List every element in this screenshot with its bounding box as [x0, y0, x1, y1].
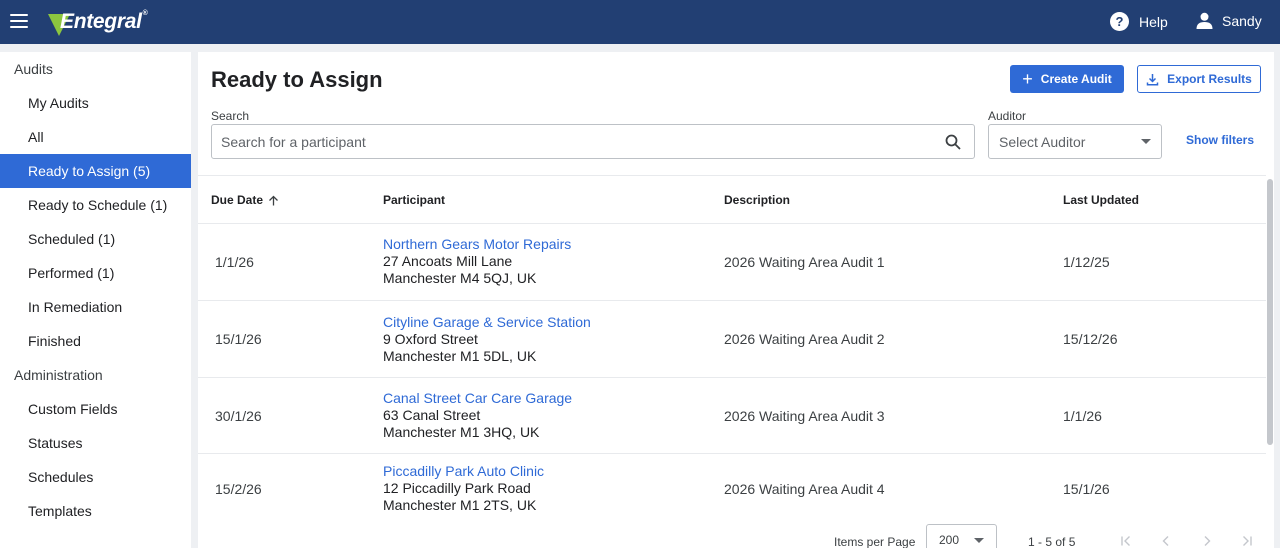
table-row[interactable]: 15/2/26 Piccadilly Park Auto Clinic 12 P… [198, 454, 1266, 518]
app-logo[interactable]: Entegral® [48, 8, 148, 36]
table-header: Due Date Participant Description Last Up… [198, 175, 1266, 224]
participant-address-line2: Manchester M1 5DL, UK [383, 348, 537, 364]
paginator: Items per Page 200 1 - 5 of 5 [198, 517, 1266, 548]
participant-cell: Piccadilly Park Auto Clinic 12 Piccadill… [383, 463, 544, 514]
last-page-button[interactable] [1237, 531, 1257, 548]
sidebar-item-schedules[interactable]: Schedules [0, 460, 191, 494]
page-range-label: 1 - 5 of 5 [1028, 535, 1076, 548]
main-panel: Ready to Assign + Create Audit Export Re… [198, 52, 1274, 548]
export-results-label: Export Results [1167, 72, 1252, 86]
user-icon [1196, 12, 1213, 29]
last-updated-cell: 1/1/26 [1063, 408, 1102, 424]
create-audit-button[interactable]: + Create Audit [1010, 65, 1124, 93]
help-label: Help [1139, 13, 1168, 30]
user-name: Sandy [1222, 12, 1262, 29]
auditor-select[interactable]: Select Auditor [988, 124, 1162, 159]
participant-address-line2: Manchester M4 5QJ, UK [383, 270, 537, 286]
table-scrollbar[interactable] [1266, 175, 1274, 548]
help-icon: ? [1110, 12, 1129, 31]
participant-cell: Northern Gears Motor Repairs 27 Ancoats … [383, 236, 571, 287]
participant-address-line1: 12 Piccadilly Park Road [383, 480, 531, 496]
top-app-bar: Entegral® ? Help Sandy [0, 0, 1280, 44]
sidebar-item-ready-to-assign[interactable]: Ready to Assign (5) [0, 154, 191, 188]
search-label: Search [211, 109, 250, 123]
table-row[interactable]: 15/1/26 Cityline Garage & Service Statio… [198, 301, 1266, 378]
dropdown-arrow-icon [974, 537, 984, 543]
due-date-cell: 30/1/26 [215, 408, 262, 424]
items-per-page-select[interactable]: 200 [926, 524, 997, 548]
auditor-select-placeholder: Select Auditor [999, 133, 1086, 150]
items-per-page-value: 200 [939, 533, 960, 547]
sidebar-item-in-remediation[interactable]: In Remediation [0, 290, 191, 324]
column-header-last-updated[interactable]: Last Updated [1063, 193, 1139, 207]
sidebar-item-templates[interactable]: Templates [0, 494, 191, 528]
next-page-button[interactable] [1197, 531, 1217, 548]
description-cell: 2026 Waiting Area Audit 1 [724, 254, 885, 270]
items-per-page-label: Items per Page [834, 535, 916, 548]
last-updated-cell: 1/12/25 [1063, 254, 1110, 270]
participant-address-line2: Manchester M1 3HQ, UK [383, 424, 540, 440]
sidebar-item-scheduled[interactable]: Scheduled (1) [0, 222, 191, 256]
sidebar-item-ready-to-schedule[interactable]: Ready to Schedule (1) [0, 188, 191, 222]
sidebar-item-performed[interactable]: Performed (1) [0, 256, 191, 290]
column-header-description[interactable]: Description [724, 193, 790, 207]
column-header-participant[interactable]: Participant [383, 193, 445, 207]
search-icon[interactable] [938, 127, 968, 157]
dropdown-arrow-icon [1141, 139, 1151, 144]
last-page-icon [1243, 536, 1252, 546]
menu-icon[interactable] [10, 14, 28, 28]
participant-address-line1: 9 Oxford Street [383, 331, 478, 347]
table-row[interactable]: 30/1/26 Canal Street Car Care Garage 63 … [198, 378, 1266, 454]
sidebar-section-administration: Administration [14, 367, 103, 383]
page-title: Ready to Assign [211, 67, 383, 92]
export-results-button[interactable]: Export Results [1137, 65, 1261, 93]
due-date-cell: 15/2/26 [215, 481, 262, 497]
participant-link[interactable]: Canal Street Car Care Garage [383, 390, 572, 407]
participant-cell: Canal Street Car Care Garage 63 Canal St… [383, 390, 572, 441]
description-cell: 2026 Waiting Area Audit 4 [724, 481, 885, 497]
search-input[interactable] [212, 125, 938, 158]
chevron-left-icon [1162, 536, 1169, 546]
help-button[interactable]: ? Help [1110, 12, 1168, 31]
column-header-due-date-label: Due Date [211, 193, 264, 207]
previous-page-button[interactable] [1156, 531, 1176, 548]
sidebar-item-my-audits[interactable]: My Audits [0, 86, 191, 120]
audits-table: Due Date Participant Description Last Up… [198, 175, 1266, 518]
auditor-label: Auditor [988, 109, 1027, 123]
description-cell: 2026 Waiting Area Audit 3 [724, 408, 885, 424]
trademark-mark: ® [142, 10, 148, 17]
participant-address-line1: 27 Ancoats Mill Lane [383, 253, 513, 269]
sidebar-item-finished[interactable]: Finished [0, 324, 191, 358]
participant-address-line1: 63 Canal Street [383, 407, 481, 423]
user-menu[interactable]: Sandy [1196, 12, 1262, 29]
participant-cell: Cityline Garage & Service Station 9 Oxfo… [383, 314, 591, 365]
chevron-right-icon [1204, 536, 1211, 546]
first-page-button[interactable] [1116, 531, 1136, 548]
participant-link[interactable]: Piccadilly Park Auto Clinic [383, 463, 544, 480]
column-header-due-date[interactable]: Due Date [211, 193, 279, 207]
due-date-cell: 1/1/26 [215, 254, 254, 270]
download-icon [1146, 73, 1159, 86]
table-row[interactable]: 1/1/26 Northern Gears Motor Repairs 27 A… [198, 224, 1266, 301]
last-updated-cell: 15/1/26 [1063, 481, 1110, 497]
show-filters-link[interactable]: Show filters [1186, 133, 1254, 147]
sidebar-item-statuses[interactable]: Statuses [0, 426, 191, 460]
create-audit-label: Create Audit [1040, 72, 1112, 86]
app-name: Entegral [60, 10, 142, 33]
sidebar-item-all[interactable]: All [0, 120, 191, 154]
sidebar-item-custom-fields[interactable]: Custom Fields [0, 392, 191, 426]
scrollbar-thumb[interactable] [1267, 179, 1273, 445]
sort-ascending-icon [269, 195, 278, 205]
last-updated-cell: 15/12/26 [1063, 331, 1118, 347]
sidebar: Audits My Audits All Ready to Assign (5)… [0, 52, 191, 548]
sidebar-section-audits: Audits [14, 61, 53, 77]
participant-link[interactable]: Northern Gears Motor Repairs [383, 236, 571, 253]
first-page-icon [1121, 536, 1130, 546]
participant-link[interactable]: Cityline Garage & Service Station [383, 314, 591, 331]
participant-address-line2: Manchester M1 2TS, UK [383, 497, 537, 513]
due-date-cell: 15/1/26 [215, 331, 262, 347]
description-cell: 2026 Waiting Area Audit 2 [724, 331, 885, 347]
plus-icon: + [1022, 69, 1033, 89]
search-field [211, 124, 975, 159]
